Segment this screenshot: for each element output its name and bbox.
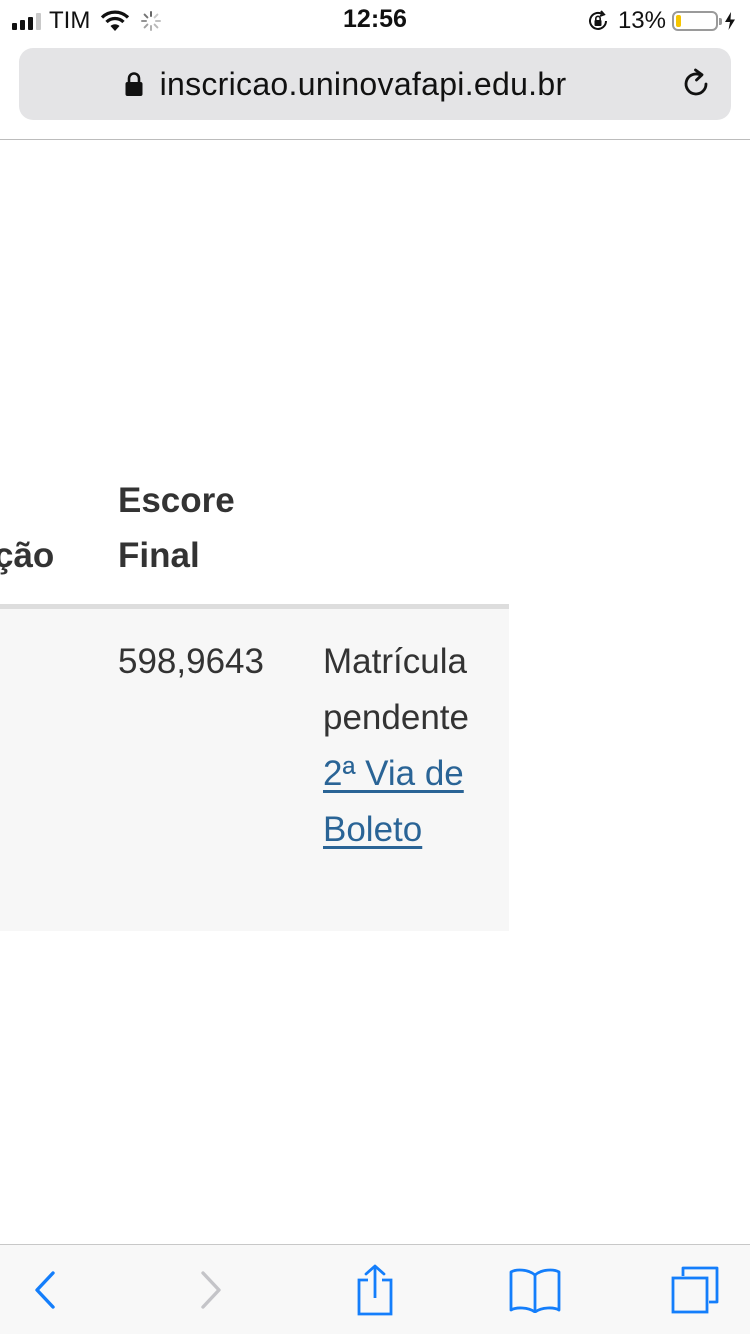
bookmarks-icon [509, 1268, 561, 1313]
back-button[interactable] [20, 1245, 70, 1335]
browser-toolbar [0, 1244, 750, 1334]
back-icon [35, 1271, 55, 1309]
column-header-escore-final: Escore Final [118, 481, 235, 575]
cell-status: Matrícula pendente [323, 642, 469, 737]
boleto-link[interactable]: 2ª Via de Boleto [323, 746, 503, 858]
tabs-icon [671, 1266, 719, 1314]
share-button[interactable] [350, 1245, 400, 1335]
url-display[interactable]: inscricao.uninovafapi.edu.br [19, 48, 671, 120]
results-table: ção Escore Final 598,9643 Matrícula pend… [0, 140, 750, 1244]
battery-level [676, 15, 681, 27]
url-text[interactable]: inscricao.uninovafapi.edu.br [160, 66, 567, 103]
rotation-lock-icon [588, 10, 607, 30]
address-bar[interactable]: inscricao.uninovafapi.edu.br [19, 48, 731, 120]
column-header-partial: ção [0, 536, 55, 575]
battery-percent: 13% [617, 7, 666, 34]
cell-escore-final: 598,9643 [118, 642, 264, 681]
status-bar-right: 13% [586, 6, 736, 36]
charging-bolt-icon [725, 12, 735, 30]
forward-button[interactable] [186, 1245, 236, 1335]
battery-icon [672, 11, 722, 31]
forward-icon [201, 1271, 221, 1309]
reload-icon[interactable] [679, 67, 713, 101]
padlock-icon [125, 72, 143, 96]
bookmarks-button[interactable] [505, 1245, 565, 1335]
status-bar: TIM 12:56 13% [0, 0, 750, 40]
tabs-button[interactable] [665, 1245, 725, 1335]
share-icon [357, 1264, 393, 1316]
